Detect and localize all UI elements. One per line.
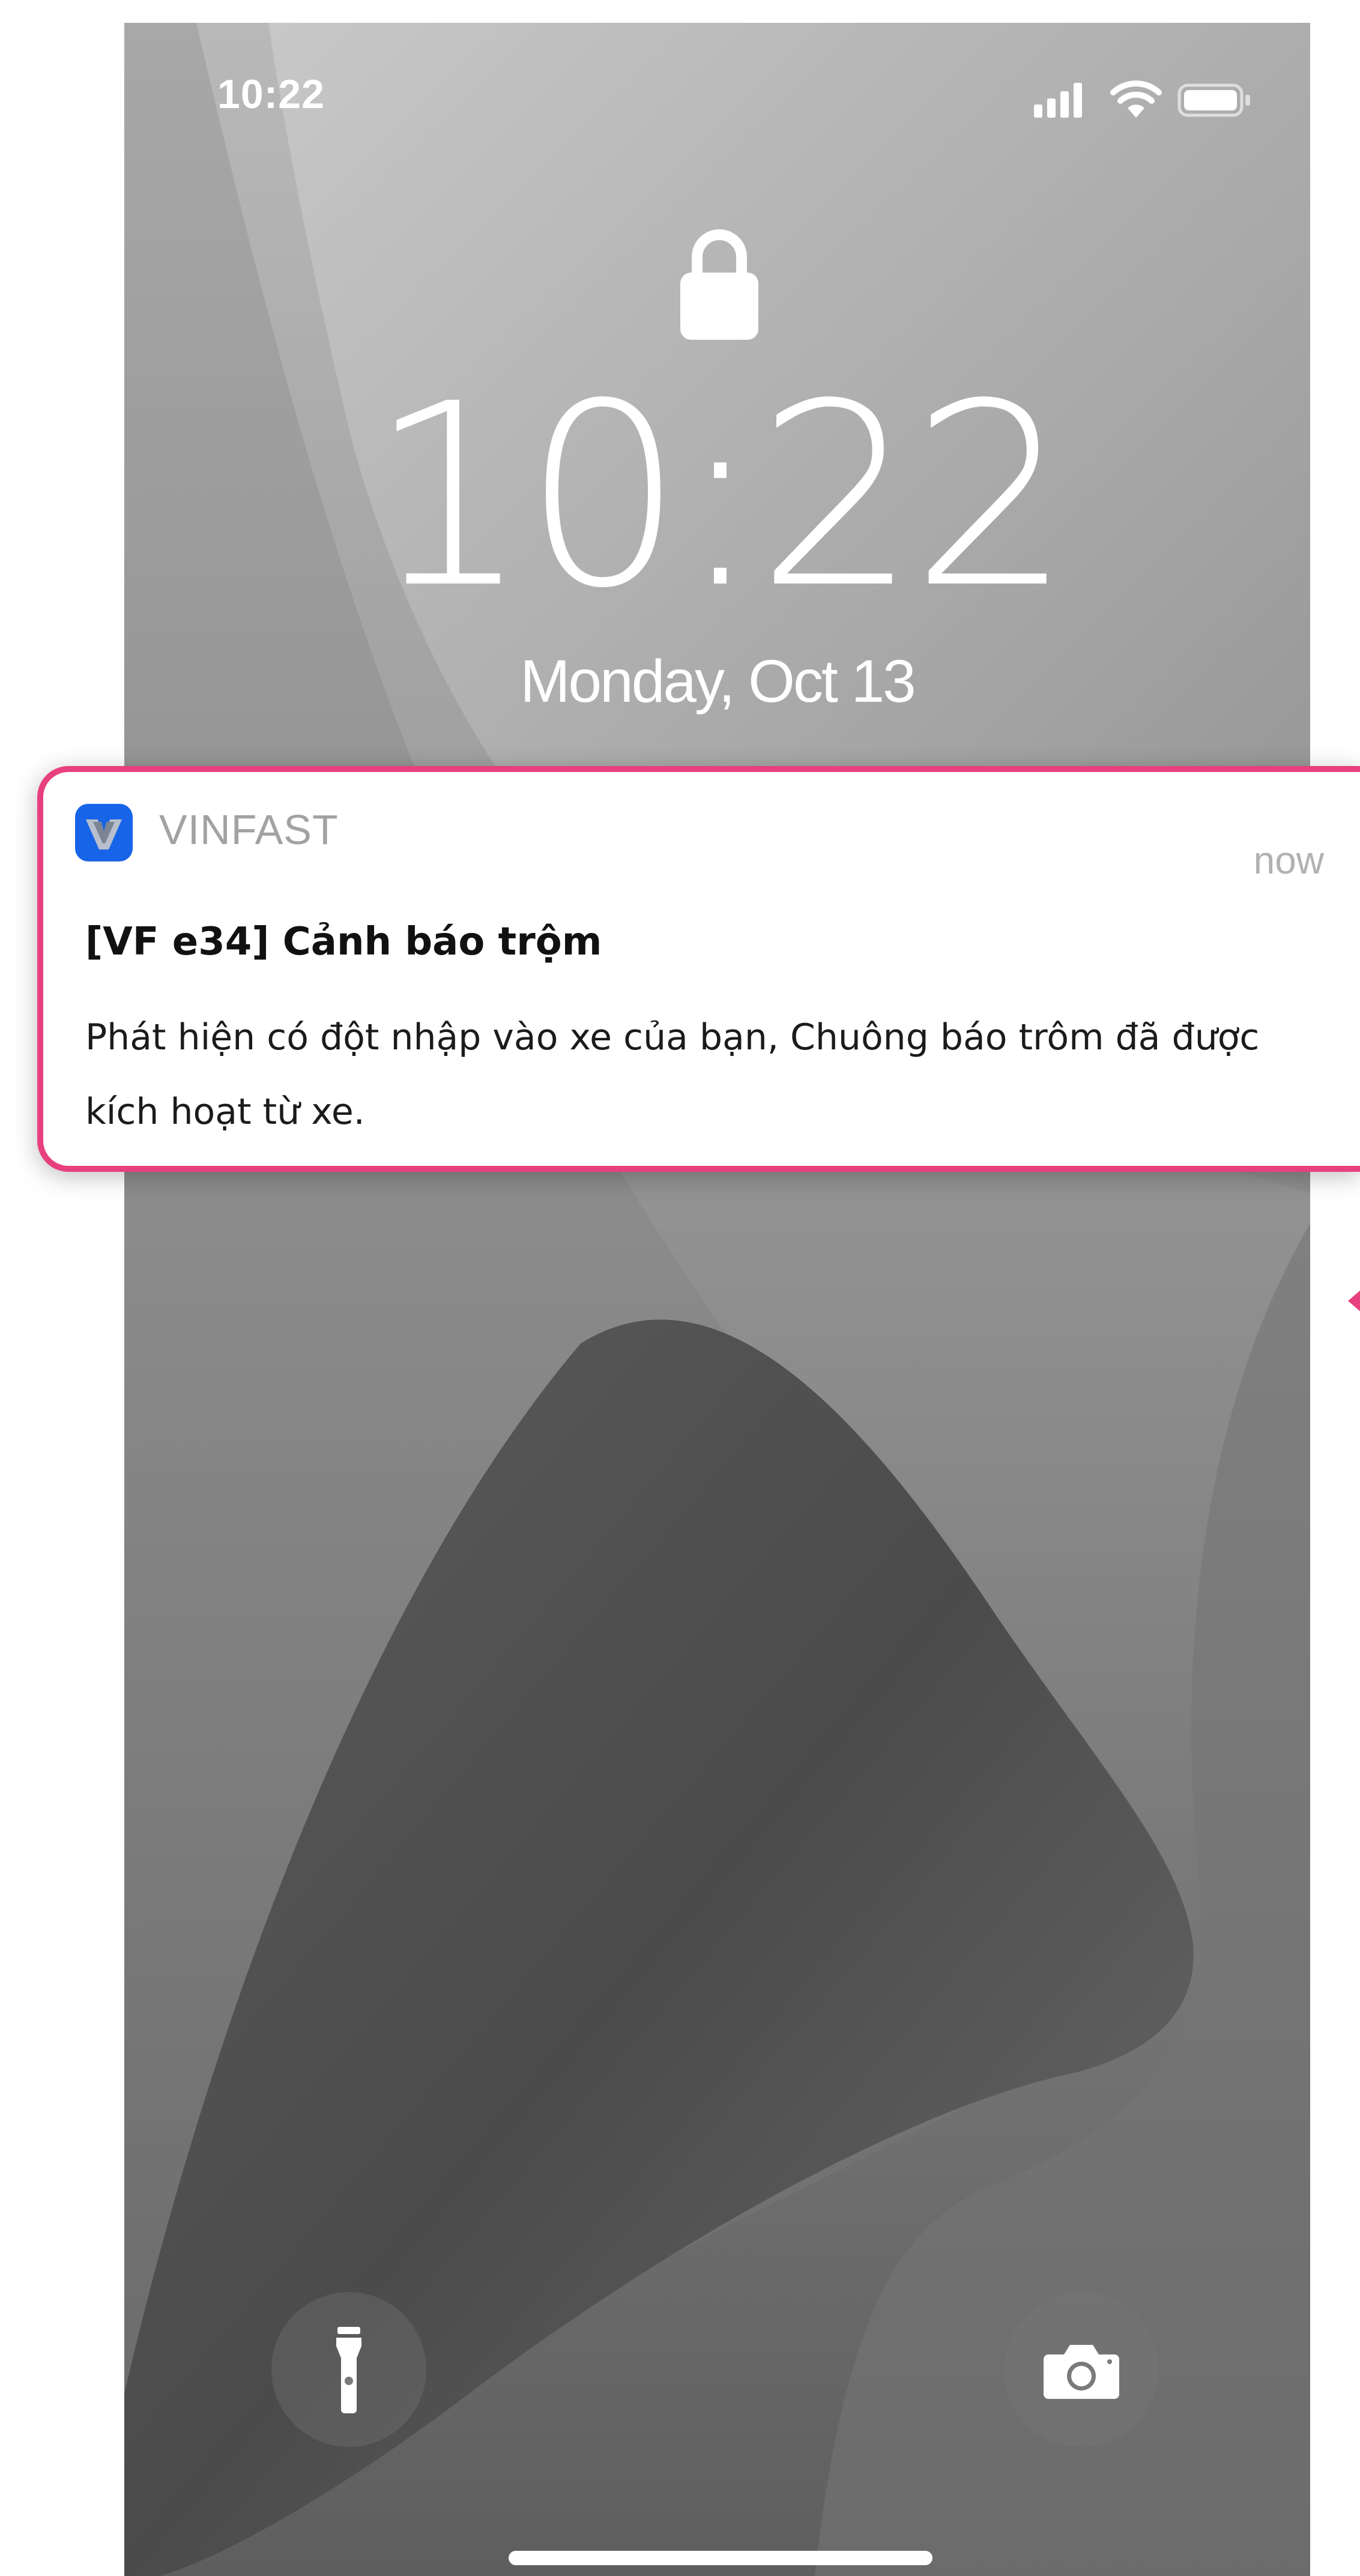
camera-button[interactable] — [1004, 2292, 1159, 2447]
battery-icon — [1177, 83, 1250, 117]
notification-title: [VF e34] Cảnh báo trộm — [85, 920, 602, 964]
lock-date: Monday, Oct 13 — [520, 648, 916, 715]
vinfast-logo-icon — [75, 804, 133, 861]
status-icons — [1034, 80, 1250, 118]
notification-time: now — [1253, 839, 1324, 882]
notification-body: Phát hiện có đột nhập vào xe của bạn, Ch… — [85, 1016, 1260, 1133]
arrow-marker-icon — [1348, 1290, 1360, 1312]
home-indicator[interactable] — [509, 2551, 932, 2565]
lock-icon — [680, 229, 758, 340]
lock-screen: 10:22 10:22 Monday, Oct 13 — [124, 23, 1310, 2576]
notification-app-name: VINFAST — [159, 806, 339, 853]
notification-card[interactable]: VINFAST now [VF e34] Cảnh báo trộm Phát … — [37, 766, 1360, 1172]
flashlight-icon — [336, 2327, 361, 2413]
wifi-icon — [1110, 80, 1162, 118]
lock-clock: 10:22 — [369, 350, 1071, 644]
flashlight-button[interactable] — [271, 2292, 426, 2447]
cellular-signal-icon — [1034, 83, 1082, 118]
status-time: 10:22 — [217, 71, 325, 117]
camera-icon — [1044, 2345, 1119, 2399]
